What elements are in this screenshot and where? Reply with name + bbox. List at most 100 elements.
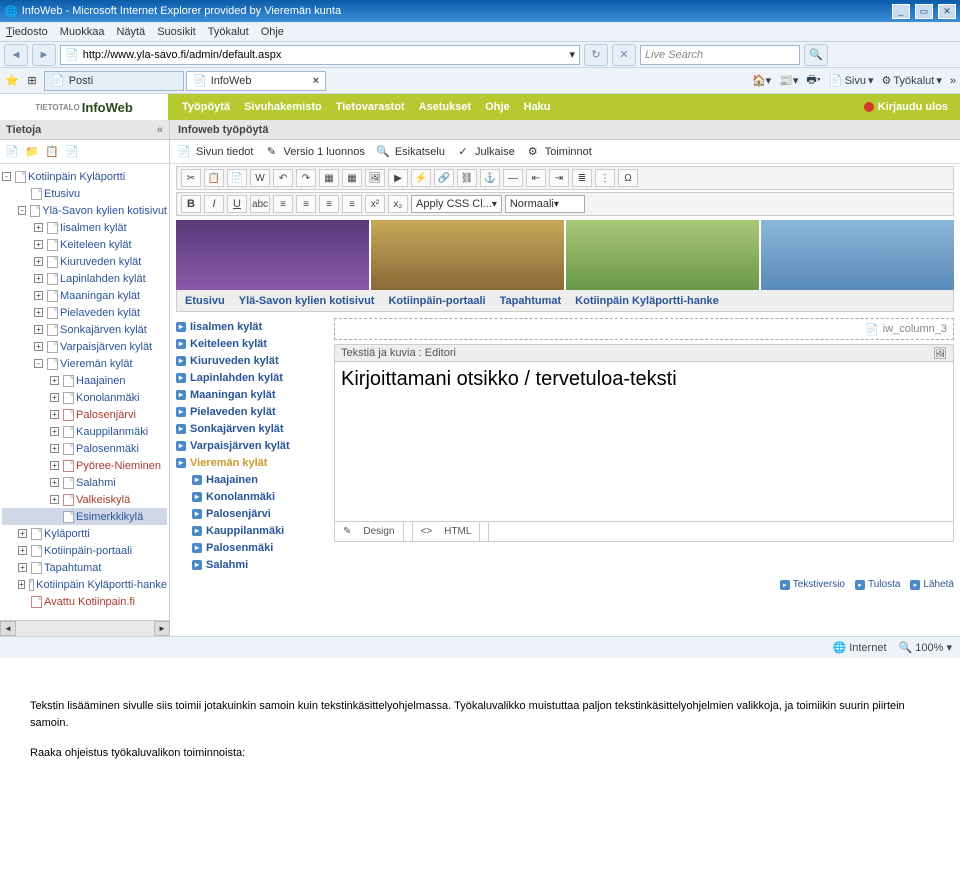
media-icon[interactable]: ▶	[388, 169, 408, 187]
paste-word-icon[interactable]: W	[250, 169, 270, 187]
tree-item[interactable]: +Konolanmäki	[2, 389, 167, 406]
nav-asetukset[interactable]: Asetukset	[419, 101, 472, 113]
anchor-icon[interactable]: ⚓	[480, 169, 500, 187]
expand-icon[interactable]: +	[50, 495, 59, 504]
tree-item[interactable]: +Kiuruveden kylät	[2, 253, 167, 270]
copy-icon[interactable]: 📋	[204, 169, 224, 187]
expand-icon[interactable]: +	[50, 393, 59, 402]
editor-settings-icon[interactable]: 🖼	[933, 347, 947, 360]
redo-icon[interactable]: ↷	[296, 169, 316, 187]
tree-item[interactable]: +Varpaisjärven kylät	[2, 338, 167, 355]
expand-icon[interactable]: +	[18, 529, 27, 538]
expand-icon[interactable]: +	[18, 580, 25, 589]
expand-icon[interactable]: +	[50, 427, 59, 436]
sub-icon[interactable]: x₂	[388, 195, 408, 213]
expand-icon[interactable]: +	[34, 223, 43, 232]
column-placeholder[interactable]: 📄 iw_column_3	[334, 318, 954, 340]
tree-item[interactable]: +Valkeiskylä	[2, 491, 167, 508]
refresh-button[interactable]: ↻	[584, 44, 608, 66]
subnav-item[interactable]: ▸Haajainen	[176, 471, 326, 488]
page-menu[interactable]: 📄Sivu▾	[829, 74, 874, 87]
expand-icon[interactable]: +	[50, 478, 59, 487]
home-icon[interactable]: 🏠▾	[752, 74, 771, 87]
forward-button[interactable]: ►	[32, 44, 56, 66]
tree-item[interactable]: Esimerkkikylä	[2, 508, 167, 525]
subnav-item[interactable]: ▸Palosenjärvi	[176, 505, 326, 522]
tree-item[interactable]: +Maaningan kylät	[2, 287, 167, 304]
tree-item[interactable]: +Tapahtumat	[2, 559, 167, 576]
tree-item[interactable]: +Palosenmäki	[2, 440, 167, 457]
sup-icon[interactable]: x²	[365, 195, 385, 213]
new-folder-icon[interactable]: 📁	[24, 144, 40, 160]
expand-icon[interactable]: +	[34, 291, 43, 300]
expand-icon[interactable]: +	[34, 342, 43, 351]
subnav-item[interactable]: ▸Sonkajärven kylät	[176, 420, 326, 437]
search-field[interactable]: Live Search	[640, 45, 800, 65]
scroll-right-icon[interactable]: ►	[154, 621, 170, 636]
tree-hscroll[interactable]: ◄ ►	[0, 620, 170, 636]
back-button[interactable]: ◄	[4, 44, 28, 66]
editor-content[interactable]: Kirjoittamani otsikko / tervetuloa-tekst…	[341, 368, 677, 390]
align-center-icon[interactable]: ≡	[296, 195, 316, 213]
collapse-icon[interactable]: «	[157, 124, 163, 136]
table2-icon[interactable]: ▦	[342, 169, 362, 187]
tools-menu[interactable]: ⚙Työkalut▾	[882, 74, 942, 87]
minimize-button[interactable]: _	[892, 4, 910, 19]
subnav-item[interactable]: ▸Pielaveden kylät	[176, 403, 326, 420]
tree-item[interactable]: +Pyöree-Nieminen	[2, 457, 167, 474]
nav-haku[interactable]: Haku	[524, 101, 551, 113]
expand-icon[interactable]: +	[34, 240, 43, 249]
link-icon[interactable]: 🔗	[434, 169, 454, 187]
menu-help[interactable]: Ohje	[261, 26, 284, 38]
expand-icon[interactable]: -	[34, 359, 43, 368]
btn-versio[interactable]: ✎Versio 1 luonnos	[263, 144, 364, 160]
html-tab[interactable]: <>HTML	[413, 522, 490, 541]
scroll-left-icon[interactable]: ◄	[0, 621, 16, 636]
expand-icon[interactable]: +	[50, 376, 59, 385]
align-left-icon[interactable]: ≡	[273, 195, 293, 213]
nav-sivuhakemisto[interactable]: Sivuhakemisto	[244, 101, 322, 113]
special-icon[interactable]: Ω	[618, 169, 638, 187]
tree-item[interactable]: +Sonkajärven kylät	[2, 321, 167, 338]
tab-posti[interactable]: 📄 Posti	[44, 71, 184, 91]
expand-icon[interactable]: +	[50, 410, 59, 419]
favorites-icon[interactable]: ⭐	[4, 73, 20, 89]
tree-item[interactable]: +Salahmi	[2, 474, 167, 491]
tree-item[interactable]: -Ylä-Savon kylien kotisivut	[2, 202, 167, 219]
tree-item[interactable]: +Pielaveden kylät	[2, 304, 167, 321]
address-field[interactable]: 📄 ▾	[60, 45, 580, 65]
table-icon[interactable]: ▦	[319, 169, 339, 187]
menu-file[interactable]: Tiedosto	[6, 26, 48, 38]
subnav-item[interactable]: ▸Maaningan kylät	[176, 386, 326, 403]
image-icon[interactable]: 🖼	[365, 169, 385, 187]
overflow-icon[interactable]: »	[950, 75, 956, 87]
expand-icon[interactable]: +	[50, 444, 59, 453]
nav-ohje[interactable]: Ohje	[485, 101, 509, 113]
indent-in-icon[interactable]: ⇥	[549, 169, 569, 187]
style-select[interactable]: Normaali▾	[505, 195, 585, 213]
page-tab-hanke[interactable]: Kotiinpäin Kyläportti-hanke	[575, 295, 719, 307]
expand-icon[interactable]: +	[34, 274, 43, 283]
btn-julkaise[interactable]: ✓Julkaise	[455, 144, 515, 160]
menu-edit[interactable]: Muokkaa	[60, 26, 105, 38]
add-favorite-icon[interactable]: ⊞	[24, 73, 40, 89]
dropdown-icon[interactable]: ▾	[569, 48, 575, 61]
tree-item[interactable]: +Haajainen	[2, 372, 167, 389]
close-tab-icon[interactable]: ×	[313, 75, 319, 87]
btn-toiminnot[interactable]: ⚙Toiminnot	[525, 144, 592, 160]
close-button[interactable]: ✕	[938, 4, 956, 19]
subnav-item[interactable]: ▸Lapinlahden kylät	[176, 369, 326, 386]
delete-icon[interactable]: 📄	[64, 144, 80, 160]
ul-icon[interactable]: ≣	[572, 169, 592, 187]
tree-item[interactable]: +Keiteleen kylät	[2, 236, 167, 253]
tab-infoweb[interactable]: 📄 InfoWeb ×	[186, 71, 326, 91]
tree-item[interactable]: Avattu Kotiinpain.fi	[2, 593, 167, 610]
paste-icon[interactable]: 📄	[227, 169, 247, 187]
editor-body[interactable]: Kirjoittamani otsikko / tervetuloa-tekst…	[334, 362, 954, 522]
expand-icon[interactable]: -	[18, 206, 26, 215]
tree-item[interactable]: +Kyläportti	[2, 525, 167, 542]
subnav-item[interactable]: ▸Palosenmäki	[176, 539, 326, 556]
flash-icon[interactable]: ⚡	[411, 169, 431, 187]
align-justify-icon[interactable]: ≡	[342, 195, 362, 213]
subnav-item[interactable]: ▸Iisalmen kylät	[176, 318, 326, 335]
